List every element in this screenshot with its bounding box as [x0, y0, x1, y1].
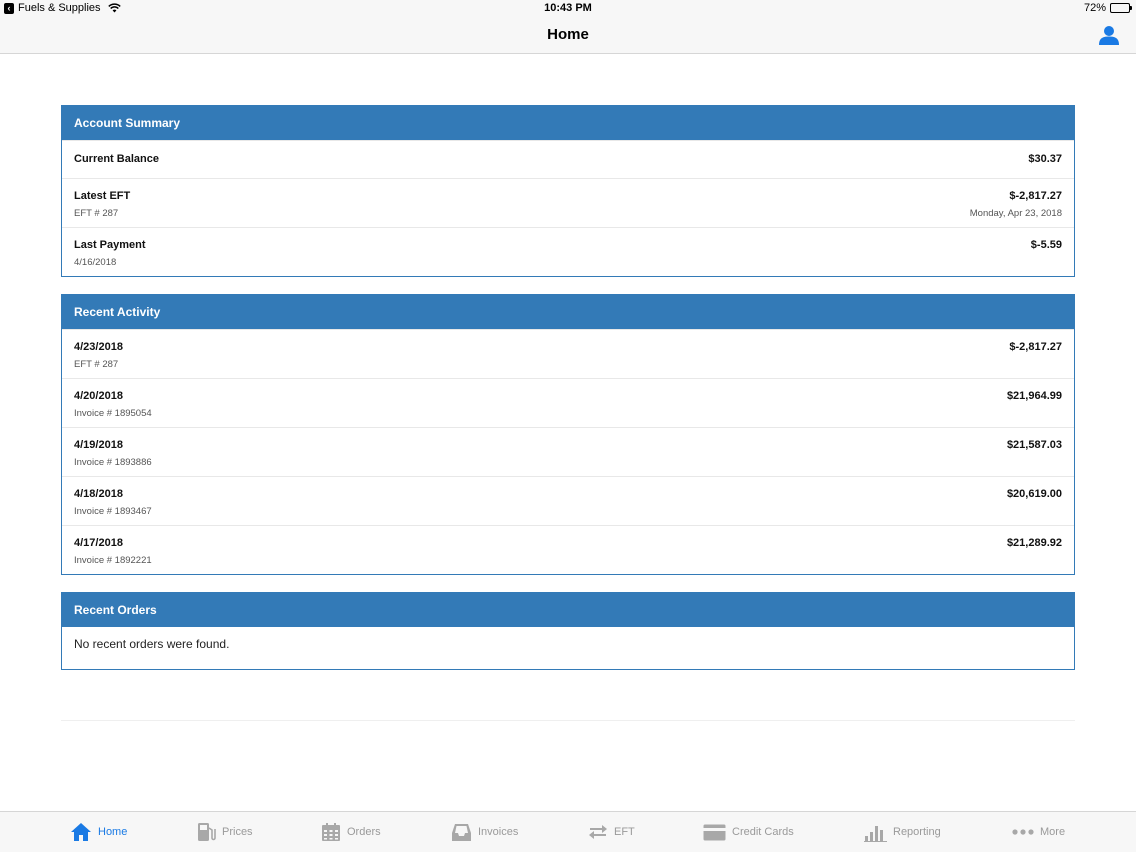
activity-amount: $21,964.99 — [1006, 390, 1062, 402]
tab-prices-label: Prices — [222, 826, 253, 838]
tab-credit-cards-label: Credit Cards — [732, 826, 794, 838]
summary-row-latest-eft: Latest EFT EFT # 287 $-2,817.27 Monday, … — [62, 178, 1074, 227]
tab-more[interactable]: More — [1012, 821, 1065, 843]
activity-row[interactable]: 4/23/2018 EFT # 287 $-2,817.27 — [62, 329, 1074, 378]
credit-card-icon — [703, 824, 726, 840]
activity-amount: $20,619.00 — [1006, 488, 1062, 500]
activity-row[interactable]: 4/17/2018 Invoice # 1892221 $21,289.92 — [62, 525, 1074, 574]
latest-eft-date: Monday, Apr 23, 2018 — [969, 208, 1062, 219]
user-icon[interactable] — [1098, 24, 1120, 46]
activity-reference: EFT # 287 — [74, 359, 119, 370]
activity-amount: $21,289.92 — [1006, 537, 1062, 549]
activity-date: 4/17/2018 — [74, 537, 123, 549]
tab-reporting-label: Reporting — [893, 826, 941, 838]
status-time: 10:43 PM — [544, 2, 592, 14]
no-orders-message: No recent orders were found. — [74, 637, 230, 651]
tab-more-label: More — [1040, 826, 1066, 838]
account-summary-panel: Account Summary Current Balance $30.37 L… — [61, 105, 1075, 277]
status-right: 72% — [1083, 2, 1132, 14]
activity-row[interactable]: 4/19/2018 Invoice # 1893886 $21,587.03 — [62, 427, 1074, 476]
battery-percent: 72% — [1083, 2, 1106, 14]
activity-reference: Invoice # 1893886 — [74, 457, 152, 468]
tab-invoices[interactable]: Invoices — [451, 821, 518, 843]
recent-activity-heading: Recent Activity — [62, 295, 1074, 329]
activity-date: 4/18/2018 — [74, 488, 123, 500]
last-payment-label: Last Payment — [74, 239, 146, 251]
latest-eft-number: EFT # 287 — [74, 208, 119, 219]
recent-orders-panel: Recent Orders No recent orders were foun… — [61, 592, 1075, 670]
tab-prices[interactable]: Prices — [196, 821, 253, 843]
last-payment-date: 4/16/2018 — [74, 257, 117, 268]
activity-date: 4/19/2018 — [74, 439, 123, 451]
navigation-bar: Home — [0, 18, 1136, 54]
fuel-pump-icon — [198, 823, 216, 841]
activity-reference: Invoice # 1892221 — [74, 555, 152, 566]
battery-icon — [1110, 3, 1132, 13]
content-divider — [61, 720, 1075, 721]
home-icon — [71, 823, 91, 841]
activity-date: 4/20/2018 — [74, 390, 123, 402]
tab-bar: Home Prices Orders Invoices EFT Credit C… — [0, 811, 1136, 852]
current-balance-value: $30.37 — [1028, 153, 1062, 165]
more-dots-icon — [1012, 829, 1034, 835]
last-payment-amount: $-5.59 — [1030, 239, 1062, 251]
tab-eft[interactable]: EFT — [588, 821, 635, 843]
tab-credit-cards[interactable]: Credit Cards — [703, 821, 794, 843]
tab-reporting[interactable]: Reporting — [864, 821, 941, 843]
status-bar: ‹ Fuels & Supplies 10:43 PM 72% — [0, 0, 1136, 18]
activity-amount: $-2,817.27 — [1009, 341, 1062, 353]
activity-row[interactable]: 4/18/2018 Invoice # 1893467 $20,619.00 — [62, 476, 1074, 525]
tab-eft-label: EFT — [614, 826, 635, 838]
current-balance-label: Current Balance — [74, 153, 159, 165]
calendar-icon — [322, 823, 340, 841]
transfer-arrows-icon — [589, 825, 607, 839]
activity-reference: Invoice # 1893467 — [74, 506, 152, 517]
inbox-icon — [452, 823, 471, 841]
activity-row[interactable]: 4/20/2018 Invoice # 1895054 $21,964.99 — [62, 378, 1074, 427]
activity-reference: Invoice # 1895054 — [74, 408, 152, 419]
summary-row-current-balance: Current Balance $30.37 — [62, 140, 1074, 178]
tab-home-label: Home — [98, 826, 128, 838]
activity-amount: $21,587.03 — [1006, 439, 1062, 451]
activity-date: 4/23/2018 — [74, 341, 123, 353]
account-summary-heading: Account Summary — [62, 106, 1074, 140]
recent-orders-heading: Recent Orders — [62, 593, 1074, 627]
latest-eft-amount: $-2,817.27 — [1009, 190, 1062, 202]
tab-home[interactable]: Home — [70, 821, 127, 843]
tab-invoices-label: Invoices — [478, 826, 519, 838]
bar-chart-icon — [864, 826, 887, 842]
tab-orders[interactable]: Orders — [321, 821, 381, 843]
summary-row-last-payment: Last Payment 4/16/2018 $-5.59 — [62, 227, 1074, 276]
tab-orders-label: Orders — [347, 826, 381, 838]
recent-activity-panel: Recent Activity 4/23/2018 EFT # 287 $-2,… — [61, 294, 1075, 575]
page-title: Home — [547, 26, 589, 43]
latest-eft-label: Latest EFT — [74, 190, 131, 202]
